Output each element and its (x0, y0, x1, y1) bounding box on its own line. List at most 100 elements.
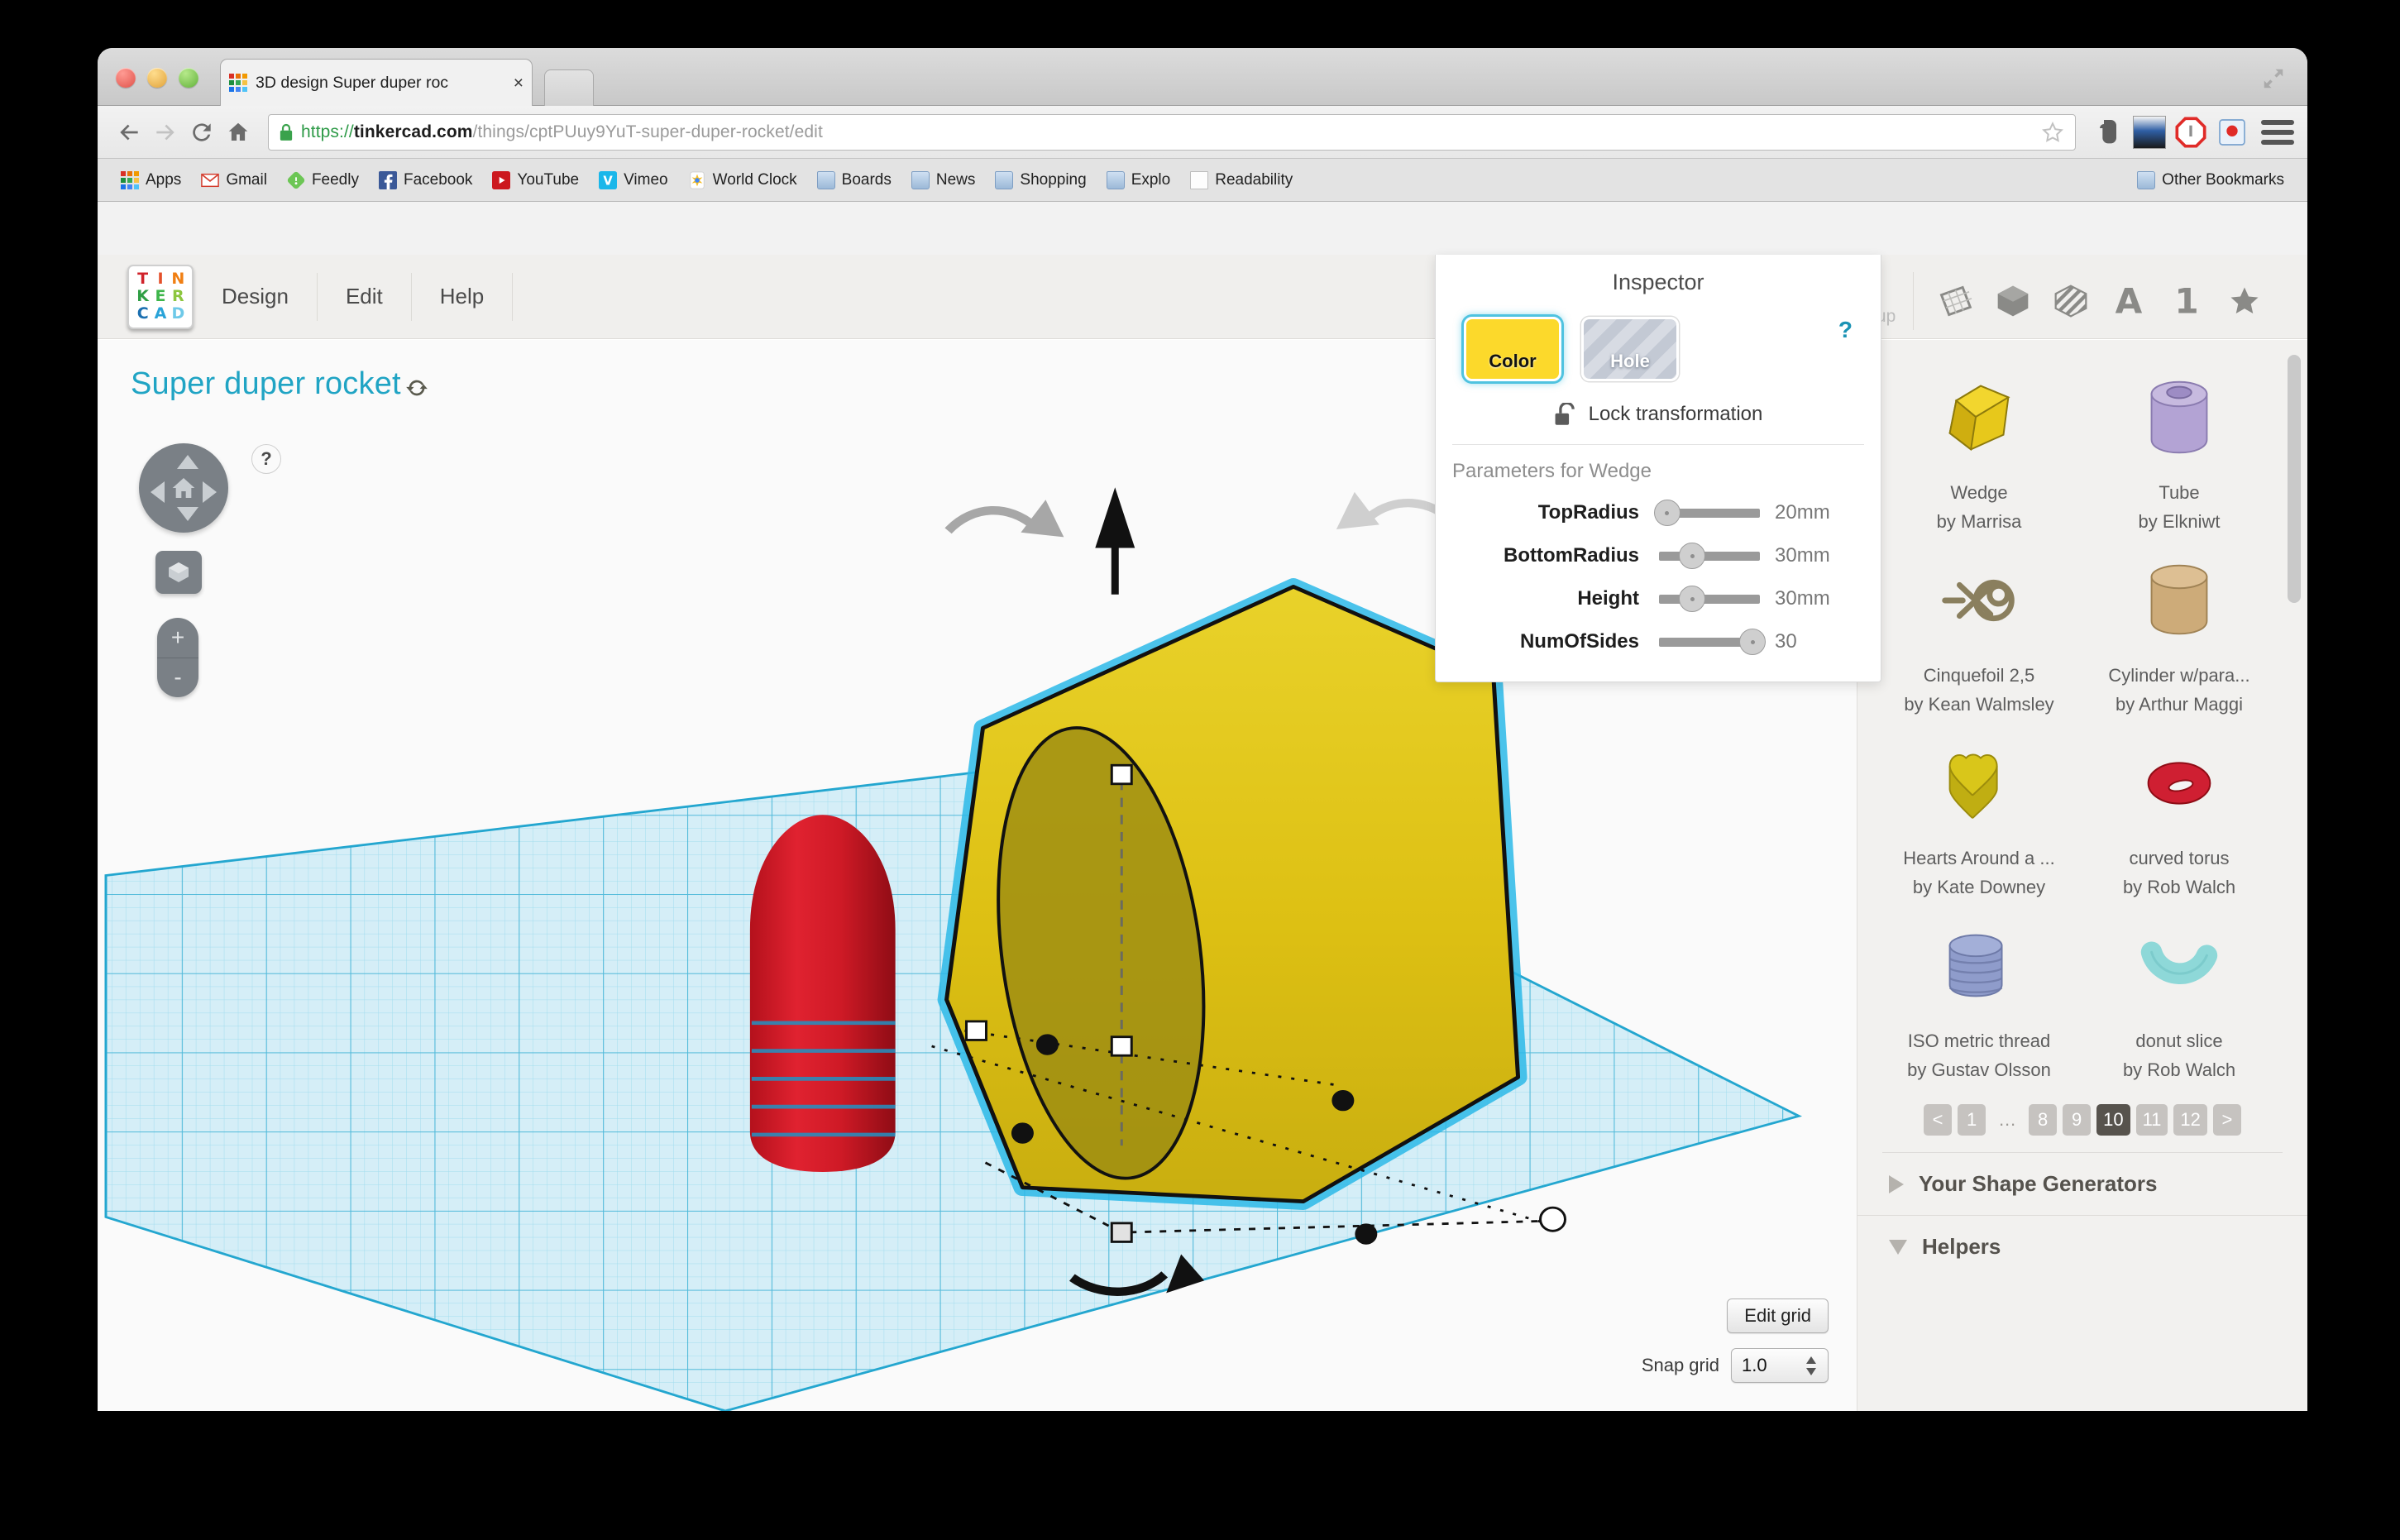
page-button-11[interactable]: 11 (2135, 1104, 2168, 1136)
section-helpers[interactable]: Helpers (1857, 1215, 2307, 1278)
evernote-icon[interactable] (2092, 116, 2125, 149)
back-button[interactable] (111, 114, 147, 151)
menu-design[interactable]: Design (194, 272, 318, 321)
tab-close-icon[interactable]: × (514, 74, 524, 92)
param-slider-track[interactable] (1653, 500, 1760, 526)
shape-card-tube[interactable]: Tube by Elkniwt (2079, 355, 2279, 538)
window-maximize-button[interactable] (179, 68, 198, 88)
forward-button[interactable] (147, 114, 184, 151)
shape-card-cinquefoil[interactable]: Cinquefoil 2,5 by Kean Walmsley (1879, 538, 2079, 720)
bookmark-youtube[interactable]: YouTube (482, 164, 589, 197)
snap-grid-value: 1.0 (1742, 1355, 1767, 1375)
param-slider-track[interactable] (1659, 543, 1760, 569)
color-swatch-button[interactable]: Color (1464, 317, 1561, 381)
text-a-icon[interactable]: A (2107, 280, 2150, 323)
browser-tab[interactable]: 3D design Super duper roc × (220, 59, 533, 106)
folder-icon (1106, 170, 1125, 189)
tinkercad-logo[interactable]: TIN KER CAD (127, 264, 194, 329)
zoom-control[interactable]: + - (157, 618, 198, 697)
sidebar-scrollbar[interactable] (2288, 355, 2301, 603)
svg-text:A: A (2116, 283, 2143, 319)
param-slider-track[interactable] (1659, 586, 1760, 612)
shape-author: by Gustav Olsson (1907, 1059, 2051, 1080)
number-one-icon[interactable]: 1 (2165, 280, 2208, 323)
bookmark-boards[interactable]: Boards (807, 164, 901, 197)
zoom-out-button[interactable]: - (157, 658, 198, 698)
page-button-1[interactable]: 1 (1958, 1104, 1986, 1136)
nav-help-button[interactable]: ? (251, 444, 281, 474)
lock-transformation-row[interactable]: Lock transformation (1436, 403, 1881, 426)
hole-swatch-button[interactable]: Hole (1581, 317, 1679, 381)
param-slider-knob[interactable] (1739, 629, 1767, 655)
pocket-icon[interactable] (2216, 116, 2249, 149)
fit-view-button[interactable] (155, 551, 202, 594)
star-icon[interactable] (2223, 280, 2266, 323)
workplane-icon[interactable] (1934, 280, 1977, 323)
param-slider-knob[interactable] (1653, 500, 1680, 526)
section-your-shape-generators[interactable]: Your Shape Generators (1857, 1153, 2307, 1215)
shape-card-curved-torus[interactable]: curved torus by Rob Walch (2079, 720, 2279, 903)
bookmark-explo[interactable]: Explo (1097, 164, 1181, 197)
bookmark-feedly[interactable]: Feedly (277, 164, 369, 197)
edit-grid-button[interactable]: Edit grid (1727, 1298, 1829, 1333)
snap-grid-select[interactable]: 1.0 (1731, 1348, 1829, 1383)
thread-shape-icon (1930, 915, 2028, 1017)
bookmark-vimeo[interactable]: V Vimeo (589, 164, 678, 197)
gradient-extension-icon[interactable] (2133, 115, 2166, 149)
bookmark-gmail[interactable]: Gmail (191, 164, 277, 197)
shape-card-hearts[interactable]: Hearts Around a ... by Kate Downey (1879, 720, 2079, 903)
hole-cube-icon[interactable] (2049, 280, 2092, 323)
address-bar[interactable]: https://tinkercad.com/things/cptPUuy9YuT… (268, 113, 2076, 151)
folder-icon (995, 170, 1014, 189)
param-row-bottomradius: BottomRadius 30mm (1436, 534, 1881, 577)
adblock-stop-icon[interactable] (2174, 116, 2207, 149)
bookmark-readability[interactable]: Readability (1180, 164, 1303, 197)
zoom-in-button[interactable]: + (157, 618, 198, 658)
bookmark-facebook[interactable]: Facebook (369, 164, 482, 197)
page-next-button[interactable]: > (2212, 1104, 2241, 1136)
shape-card-donut-slice[interactable]: donut slice by Rob Walch (2079, 903, 2279, 1086)
home-view-icon[interactable] (170, 475, 197, 501)
bookmark-world-clock[interactable]: World Clock (678, 164, 807, 197)
pan-left-icon[interactable] (151, 481, 165, 503)
home-button[interactable] (220, 114, 256, 151)
bookmark-news[interactable]: News (901, 164, 986, 197)
lock-transformation-label: Lock transformation (1588, 403, 1763, 425)
pan-down-icon[interactable] (177, 507, 198, 521)
pan-up-icon[interactable] (177, 455, 198, 469)
pagination: < 1 … 8 9 10 11 12 > (1857, 1104, 2307, 1136)
other-bookmarks-folder[interactable]: Other Bookmarks (2127, 164, 2294, 197)
shape-name: Cylinder w/para... (2108, 665, 2250, 686)
page-button-8[interactable]: 8 (2029, 1104, 2058, 1136)
inspector-help-button[interactable]: ? (1838, 317, 1853, 343)
param-slider-track[interactable] (1659, 629, 1767, 655)
bookmark-label: News (935, 170, 976, 189)
fullscreen-expand-icon[interactable] (2261, 66, 2286, 91)
reload-button[interactable] (184, 114, 220, 151)
window-close-button[interactable] (116, 68, 136, 88)
bookmark-shopping[interactable]: Shopping (985, 164, 1096, 197)
page-button-9[interactable]: 9 (2063, 1104, 2092, 1136)
pan-right-icon[interactable] (203, 481, 217, 503)
page-prev-button[interactable]: < (1924, 1104, 1953, 1136)
window-minimize-button[interactable] (147, 68, 167, 88)
page-button-10[interactable]: 10 (2096, 1104, 2130, 1136)
shape-card-cylinder[interactable]: Cylinder w/para... by Arthur Maggi (2079, 538, 2279, 720)
color-swatch-label: Color (1489, 351, 1537, 371)
solid-cube-icon[interactable] (1991, 280, 2034, 323)
param-slider-knob[interactable] (1679, 543, 1706, 569)
menu-edit[interactable]: Edit (318, 272, 412, 321)
bookmark-star-icon[interactable] (2040, 120, 2065, 145)
new-tab-button[interactable] (544, 69, 594, 106)
shape-card-iso-thread[interactable]: ISO metric thread by Gustav Olsson (1879, 903, 2079, 1086)
view-nav-disc[interactable] (139, 443, 228, 533)
stepper-arrows-icon[interactable] (1805, 1356, 1818, 1375)
hamburger-menu-icon[interactable] (2261, 116, 2294, 149)
param-slider-knob[interactable] (1679, 586, 1706, 612)
sync-refresh-icon[interactable] (405, 376, 428, 399)
menu-help[interactable]: Help (412, 272, 514, 321)
shape-card-wedge[interactable]: Wedge by Marrisa (1879, 355, 2079, 538)
page-button-12[interactable]: 12 (2173, 1104, 2207, 1136)
bookmark-apps[interactable]: Apps (111, 164, 191, 197)
donut-slice-shape-icon (2130, 915, 2228, 1017)
